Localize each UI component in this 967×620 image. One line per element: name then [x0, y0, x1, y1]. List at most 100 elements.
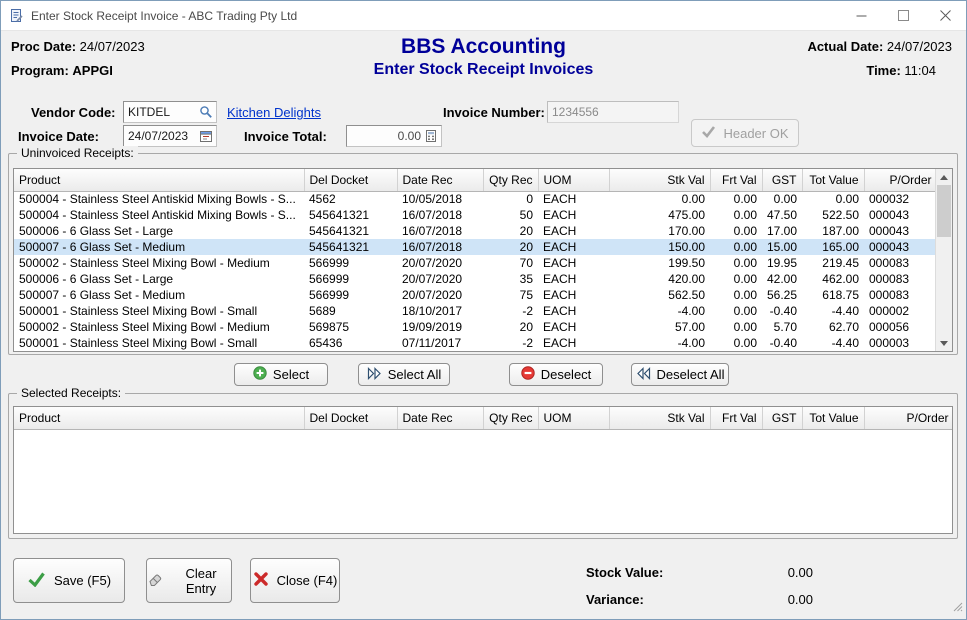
column-header[interactable]: Del Docket — [304, 169, 397, 191]
table-cell[interactable]: -0.40 — [762, 303, 802, 319]
invoice-date-input[interactable] — [126, 129, 198, 143]
table-cell[interactable]: EACH — [538, 255, 609, 271]
column-header[interactable]: Qty Rec — [483, 169, 538, 191]
table-cell[interactable]: 000043 — [864, 223, 935, 239]
table-cell[interactable]: 20/07/2020 — [397, 255, 483, 271]
table-cell[interactable]: 20 — [483, 223, 538, 239]
table-cell[interactable]: EACH — [538, 319, 609, 335]
table-cell[interactable]: 000056 — [864, 319, 935, 335]
column-header[interactable]: P/Order — [864, 169, 935, 191]
table-cell[interactable]: 0.00 — [710, 255, 762, 271]
table-cell[interactable]: 187.00 — [802, 223, 864, 239]
table-cell[interactable]: 500006 - 6 Glass Set - Large — [14, 271, 304, 287]
table-cell[interactable]: 75 — [483, 287, 538, 303]
table-cell[interactable]: 0.00 — [710, 335, 762, 351]
table-row[interactable]: 500001 - Stainless Steel Mixing Bowl - S… — [14, 303, 935, 319]
table-cell[interactable]: EACH — [538, 239, 609, 255]
scroll-down-button[interactable] — [936, 335, 952, 351]
header-ok-button[interactable]: Header OK — [691, 119, 799, 147]
table-cell[interactable]: -4.00 — [609, 335, 710, 351]
table-cell[interactable]: 16/07/2018 — [397, 239, 483, 255]
table-cell[interactable]: 566999 — [304, 255, 397, 271]
table-cell[interactable]: 569875 — [304, 319, 397, 335]
table-cell[interactable]: -4.40 — [802, 303, 864, 319]
calculator-icon[interactable] — [423, 129, 439, 143]
table-row[interactable]: 500002 - Stainless Steel Mixing Bowl - M… — [14, 255, 935, 271]
table-cell[interactable]: 20/07/2020 — [397, 271, 483, 287]
table-cell[interactable]: 0.00 — [710, 319, 762, 335]
table-cell[interactable]: 50 — [483, 207, 538, 223]
table-cell[interactable]: 000032 — [864, 191, 935, 207]
table-cell[interactable]: 566999 — [304, 287, 397, 303]
table-cell[interactable]: 16/07/2018 — [397, 223, 483, 239]
table-row[interactable]: 500001 - Stainless Steel Mixing Bowl - S… — [14, 335, 935, 351]
table-cell[interactable]: 5.70 — [762, 319, 802, 335]
column-header[interactable]: UOM — [538, 169, 609, 191]
table-cell[interactable]: 0.00 — [710, 191, 762, 207]
scrollbar-thumb[interactable] — [937, 185, 951, 237]
minimize-button[interactable] — [840, 1, 882, 30]
table-cell[interactable]: 16/07/2018 — [397, 207, 483, 223]
table-cell[interactable]: 420.00 — [609, 271, 710, 287]
column-header[interactable]: Product — [14, 169, 304, 191]
table-cell[interactable]: 35 — [483, 271, 538, 287]
table-cell[interactable]: 19/09/2019 — [397, 319, 483, 335]
select-all-button[interactable]: Select All — [358, 363, 450, 386]
deselect-button[interactable]: Deselect — [509, 363, 603, 386]
table-cell[interactable]: EACH — [538, 207, 609, 223]
table-cell[interactable]: 57.00 — [609, 319, 710, 335]
search-icon[interactable] — [198, 105, 214, 119]
table-cell[interactable]: 562.50 — [609, 287, 710, 303]
table-cell[interactable]: 000002 — [864, 303, 935, 319]
table-cell[interactable]: 000083 — [864, 255, 935, 271]
table-row[interactable]: 500002 - Stainless Steel Mixing Bowl - M… — [14, 319, 935, 335]
table-cell[interactable]: 000043 — [864, 239, 935, 255]
table-cell[interactable]: 10/05/2018 — [397, 191, 483, 207]
table-cell[interactable]: 165.00 — [802, 239, 864, 255]
column-header[interactable]: Product — [14, 407, 304, 429]
deselect-all-button[interactable]: Deselect All — [631, 363, 729, 386]
table-cell[interactable]: 545641321 — [304, 239, 397, 255]
table-cell[interactable]: 219.45 — [802, 255, 864, 271]
table-cell[interactable]: 150.00 — [609, 239, 710, 255]
table-cell[interactable]: 56.25 — [762, 287, 802, 303]
table-row[interactable]: 500004 - Stainless Steel Antiskid Mixing… — [14, 207, 935, 223]
table-cell[interactable]: 500004 - Stainless Steel Antiskid Mixing… — [14, 191, 304, 207]
column-header[interactable]: Date Rec — [397, 169, 483, 191]
close-button[interactable] — [924, 1, 966, 30]
table-cell[interactable]: -4.40 — [802, 335, 864, 351]
table-cell[interactable]: -4.00 — [609, 303, 710, 319]
select-button[interactable]: Select — [234, 363, 328, 386]
table-cell[interactable]: 15.00 — [762, 239, 802, 255]
table-cell[interactable]: -2 — [483, 335, 538, 351]
table-cell[interactable]: 000003 — [864, 335, 935, 351]
table-cell[interactable]: 500001 - Stainless Steel Mixing Bowl - S… — [14, 335, 304, 351]
clear-entry-button[interactable]: Clear Entry — [146, 558, 232, 603]
vendor-name-link[interactable]: Kitchen Delights — [227, 105, 321, 120]
table-cell[interactable]: 500007 - 6 Glass Set - Medium — [14, 239, 304, 255]
column-header[interactable]: Del Docket — [304, 407, 397, 429]
column-header[interactable]: UOM — [538, 407, 609, 429]
table-row[interactable]: 500007 - 6 Glass Set - Medium54564132116… — [14, 239, 935, 255]
table-row[interactable]: 500004 - Stainless Steel Antiskid Mixing… — [14, 191, 935, 207]
table-cell[interactable]: 0.00 — [710, 239, 762, 255]
table-cell[interactable]: 545641321 — [304, 207, 397, 223]
table-cell[interactable]: 0 — [483, 191, 538, 207]
table-cell[interactable]: 545641321 — [304, 223, 397, 239]
table-cell[interactable]: 170.00 — [609, 223, 710, 239]
table-cell[interactable]: 07/11/2017 — [397, 335, 483, 351]
table-cell[interactable]: 000083 — [864, 271, 935, 287]
table-cell[interactable]: 20 — [483, 319, 538, 335]
close-form-button[interactable]: Close (F4) — [250, 558, 340, 603]
calendar-icon[interactable] — [198, 129, 214, 143]
table-cell[interactable]: 47.50 — [762, 207, 802, 223]
column-header[interactable]: Date Rec — [397, 407, 483, 429]
column-header[interactable]: Frt Val — [710, 407, 762, 429]
table-cell[interactable]: 0.00 — [710, 207, 762, 223]
table-cell[interactable]: 000043 — [864, 207, 935, 223]
column-header[interactable]: P/Order — [864, 407, 952, 429]
table-cell[interactable]: 500006 - 6 Glass Set - Large — [14, 223, 304, 239]
table-cell[interactable]: EACH — [538, 335, 609, 351]
table-cell[interactable]: 20 — [483, 239, 538, 255]
table-cell[interactable]: 500007 - 6 Glass Set - Medium — [14, 287, 304, 303]
